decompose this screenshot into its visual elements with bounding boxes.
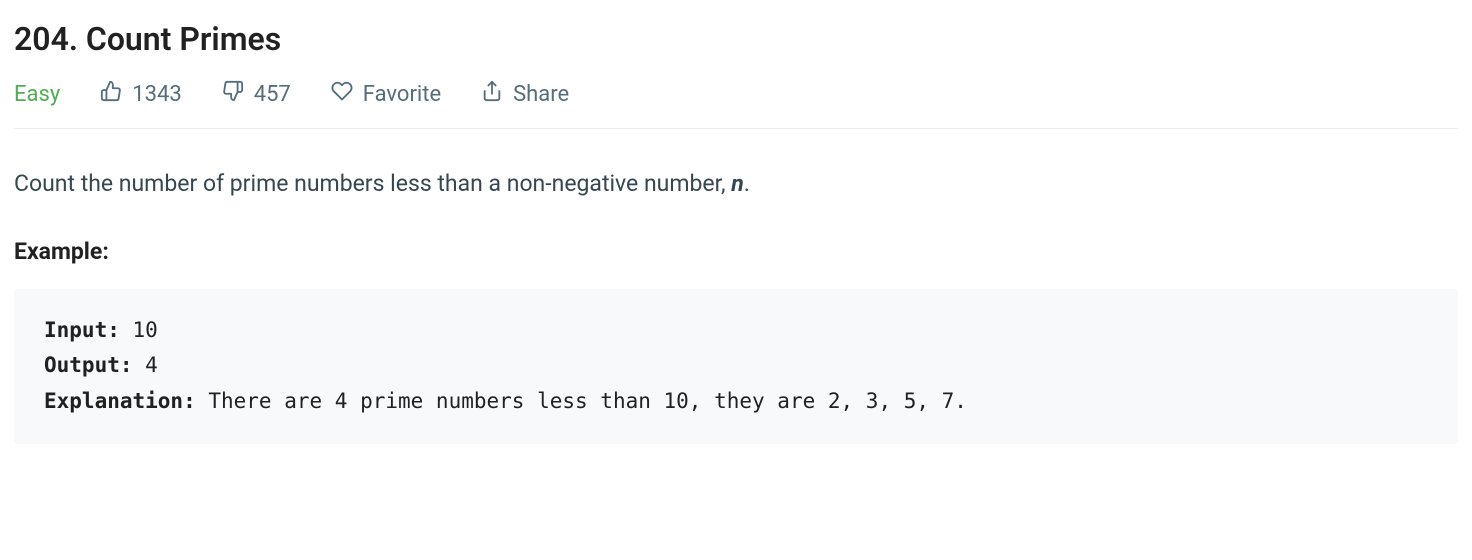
output-label: Output: — [44, 353, 133, 377]
thumbs-down-icon — [222, 80, 244, 108]
like-count: 1343 — [132, 82, 181, 107]
description-variable: n — [731, 170, 744, 197]
input-label: Input: — [44, 318, 120, 342]
example-explanation-line: Explanation: There are 4 prime numbers l… — [44, 384, 1428, 420]
example-heading: Example: — [14, 238, 1458, 265]
share-label: Share — [513, 82, 569, 107]
share-icon — [481, 80, 503, 108]
like-button[interactable]: 1343 — [100, 80, 181, 108]
problem-title: 204. Count Primes — [14, 20, 1458, 58]
share-button[interactable]: Share — [481, 80, 569, 108]
example-output-line: Output: 4 — [44, 348, 1428, 384]
output-value: 4 — [133, 353, 158, 377]
dislike-count: 457 — [254, 82, 291, 107]
description-prefix: Count the number of prime numbers less t… — [14, 170, 731, 197]
description-suffix: . — [744, 170, 750, 197]
difficulty-badge: Easy — [14, 82, 60, 107]
explanation-label: Explanation: — [44, 389, 196, 413]
input-value: 10 — [120, 318, 158, 342]
example-input-line: Input: 10 — [44, 313, 1428, 349]
heart-icon — [331, 80, 353, 108]
favorite-button[interactable]: Favorite — [331, 80, 441, 108]
favorite-label: Favorite — [363, 82, 441, 107]
meta-row: Easy 1343 457 Favorite — [14, 80, 1458, 129]
problem-description: Count the number of prime numbers less t… — [14, 167, 1458, 202]
example-code-block: Input: 10 Output: 4 Explanation: There a… — [14, 289, 1458, 444]
explanation-value: There are 4 prime numbers less than 10, … — [196, 389, 967, 413]
dislike-button[interactable]: 457 — [222, 80, 291, 108]
thumbs-up-icon — [100, 80, 122, 108]
